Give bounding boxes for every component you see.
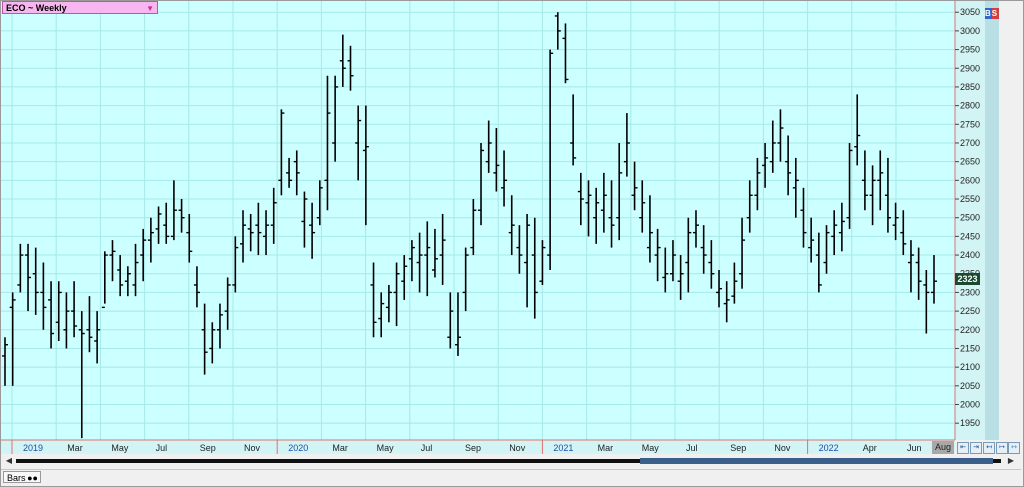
- time-tick-label: Nov: [509, 443, 526, 453]
- price-tick-label: 2600: [960, 175, 980, 185]
- price-tick-label: 2950: [960, 45, 980, 55]
- time-tick-label: May: [642, 443, 660, 453]
- time-tick-label: May: [377, 443, 395, 453]
- price-tick-label: 2850: [960, 82, 980, 92]
- time-tick-label: Sep: [465, 443, 481, 453]
- price-tick-label: 2750: [960, 119, 980, 129]
- time-tick-label: 2019: [23, 443, 43, 453]
- bars-tab-label: Bars: [7, 473, 26, 483]
- time-tick-label: Jul: [156, 443, 168, 453]
- price-tick-label: 3050: [960, 7, 980, 17]
- price-tick-label: 2450: [960, 231, 980, 241]
- price-tick-label: 2050: [960, 381, 980, 391]
- price-tick-label: 2900: [960, 63, 980, 73]
- time-tick-label: 2021: [553, 443, 573, 453]
- last-price-marker: 2323: [955, 273, 980, 285]
- price-tick-label: 2700: [960, 138, 980, 148]
- symbol-selector[interactable]: ECO ~ Weekly ▼: [2, 1, 158, 14]
- current-month-label: Aug: [932, 441, 954, 454]
- nav-back-icon[interactable]: ↤: [983, 442, 995, 454]
- nav-first-icon[interactable]: ⇤: [957, 442, 969, 454]
- binoculars-icon: ●●: [27, 473, 38, 483]
- time-tick-label: Mar: [332, 443, 348, 453]
- time-tick-label: Mar: [67, 443, 83, 453]
- chevron-down-icon[interactable]: ▼: [146, 2, 154, 15]
- time-tick-label: Apr: [863, 443, 877, 453]
- time-tick-label: Nov: [244, 443, 261, 453]
- bars-tab[interactable]: Bars ●●: [3, 471, 41, 483]
- time-tick-label: Sep: [730, 443, 746, 453]
- zoom-icon[interactable]: ⇿: [1008, 442, 1020, 454]
- price-tick-label: 2250: [960, 306, 980, 316]
- nav-last-icon[interactable]: ⇥: [970, 442, 982, 454]
- time-tick-label: Sep: [200, 443, 216, 453]
- time-tick-label: Mar: [598, 443, 614, 453]
- price-tick-label: 2200: [960, 325, 980, 335]
- nav-forward-icon[interactable]: ↦: [996, 442, 1008, 454]
- price-tick-label: 2550: [960, 194, 980, 204]
- price-tick-label: 2000: [960, 400, 980, 410]
- price-tick-label: 2500: [960, 213, 980, 223]
- time-tick-label: Jun: [907, 443, 922, 453]
- price-tick-label: 2150: [960, 343, 980, 353]
- price-tick-label: 2400: [960, 250, 980, 260]
- price-tick-label: 2300: [960, 287, 980, 297]
- buy-sell-label: BS: [985, 9, 999, 18]
- time-tick-label: 2020: [288, 443, 308, 453]
- price-tick-label: 2100: [960, 362, 980, 372]
- scroll-thumb[interactable]: [640, 458, 993, 464]
- scroll-right-icon[interactable]: ▶: [1006, 456, 1016, 466]
- price-tick-label: 2650: [960, 157, 980, 167]
- time-tick-label: May: [111, 443, 129, 453]
- price-tick-label: 3000: [960, 26, 980, 36]
- status-bar: [1, 469, 1021, 486]
- price-tick-label: 2800: [960, 101, 980, 111]
- time-tick-label: Jul: [686, 443, 698, 453]
- price-tick-label: 1950: [960, 418, 980, 428]
- time-tick-label: Nov: [774, 443, 791, 453]
- time-tick-label: 2022: [819, 443, 839, 453]
- chart-svg[interactable]: 1950200020502100215022002250230023502400…: [0, 0, 1024, 487]
- time-tick-label: Jul: [421, 443, 433, 453]
- symbol-label: ECO ~ Weekly: [6, 3, 67, 13]
- right-strip: [985, 1, 999, 440]
- scroll-left-icon[interactable]: ◀: [4, 456, 14, 466]
